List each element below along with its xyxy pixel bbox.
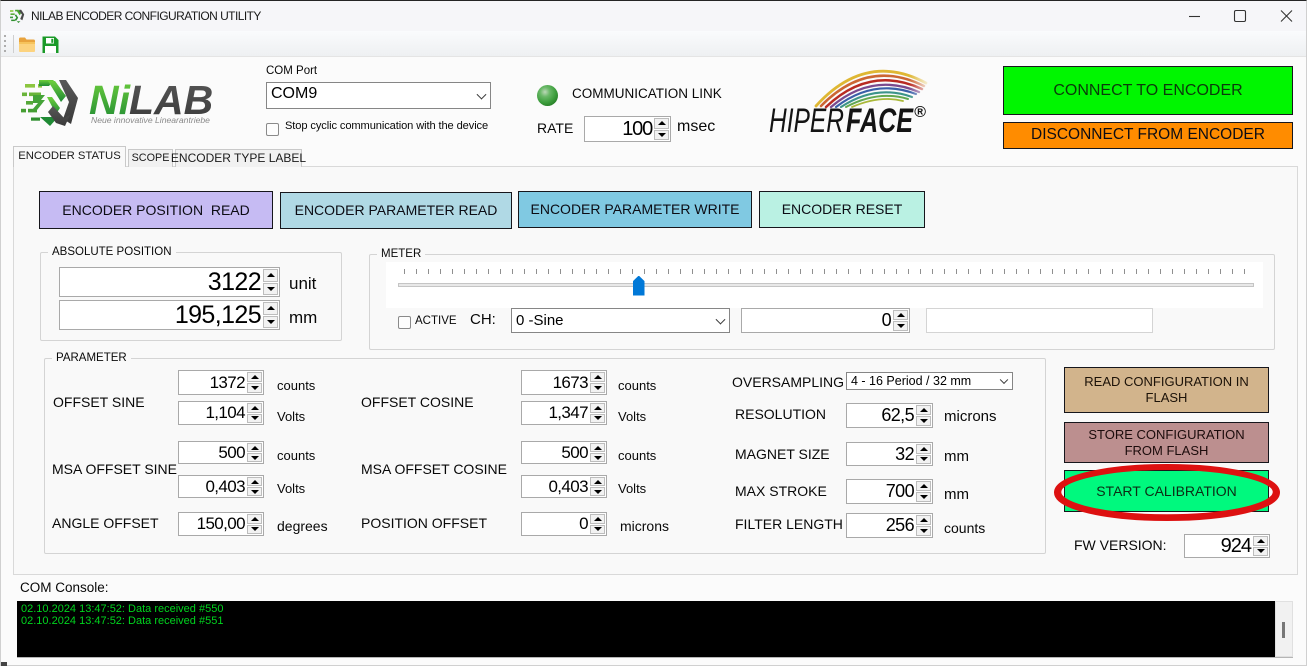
svg-text:®: ® — [914, 104, 926, 121]
svg-text:FACE: FACE — [846, 102, 914, 137]
svg-text:Neue innovative Linearantriebe: Neue innovative Linearantriebe — [91, 115, 210, 125]
svg-text:HIPER: HIPER — [769, 102, 844, 137]
